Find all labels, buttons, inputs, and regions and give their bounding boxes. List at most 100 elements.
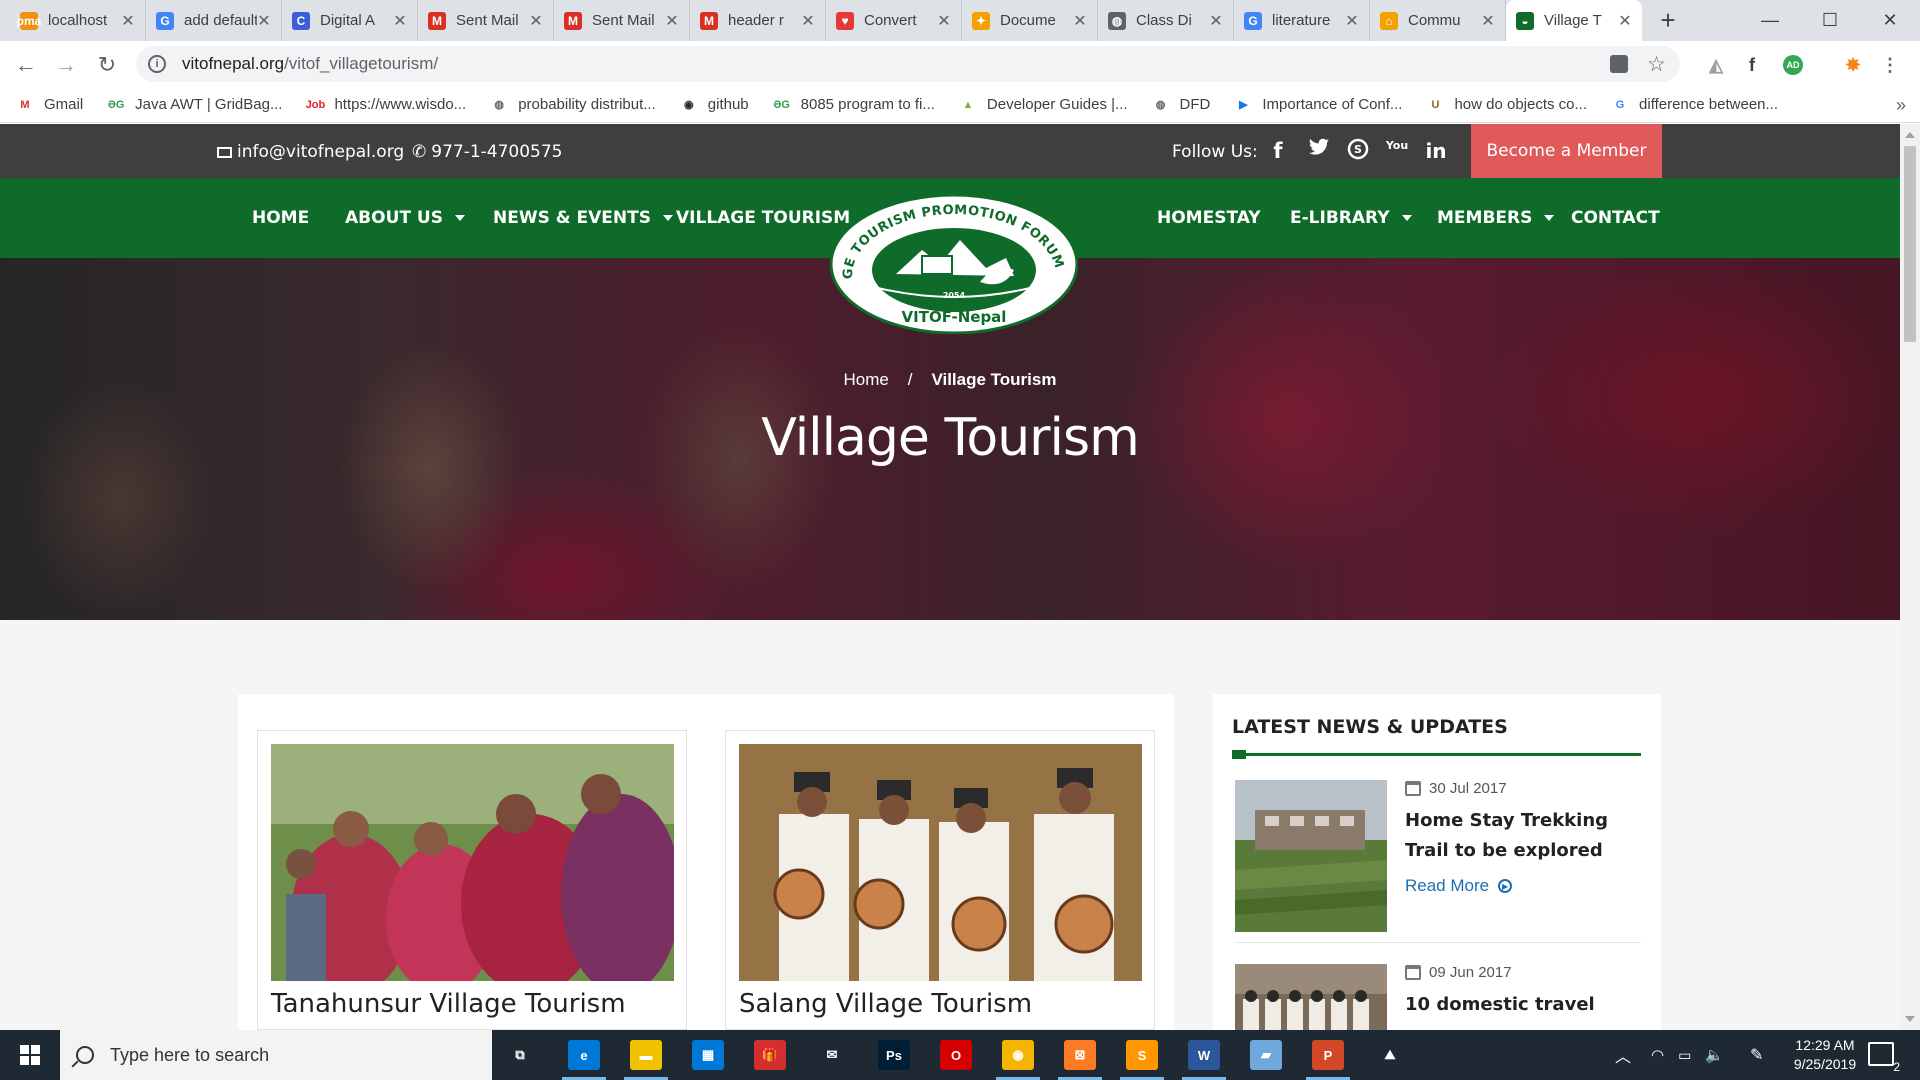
bookmark-item[interactable]: Gdifference between... [1611,96,1778,114]
tour-title[interactable]: Tanahunsur Village Tourism [271,989,626,1019]
extension-icon[interactable]: ⋮ [1880,55,1900,75]
nav-about-us[interactable]: ABOUT US [345,178,465,258]
taskbar-app-icon[interactable]: ⊠ [1064,1040,1096,1070]
browser-tab[interactable]: ♥ Convert ✕ [826,0,962,41]
read-more-link[interactable]: Read More ▶ [1405,876,1513,896]
taskbar-app-icon[interactable]: S [1126,1040,1158,1070]
tour-photo[interactable] [271,744,674,981]
start-button[interactable] [0,1030,60,1080]
nav-news-events[interactable]: NEWS & EVENTS [493,178,673,258]
close-tab-icon[interactable]: ✕ [665,11,679,31]
close-tab-icon[interactable]: ✕ [257,11,271,31]
bookmark-item[interactable]: ƏG Java AWT | GridBag... [107,96,283,114]
browser-tab[interactable]: ◍ Class Di ✕ [1098,0,1234,41]
browser-tab[interactable]: C Digital A ✕ [282,0,418,41]
forward-button[interactable]: → [50,49,82,81]
browser-tab[interactable]: Mheader r ✕ [690,0,826,41]
email-contact[interactable]: info@vitofnepal.org [217,142,404,162]
extension-icon[interactable]: AD [1783,55,1803,75]
taskbar-app-icon[interactable]: ▬ [630,1040,662,1070]
close-tab-icon[interactable]: ✕ [1345,11,1359,31]
maximize-button[interactable]: ☐ [1800,0,1860,41]
extension-icon[interactable]: f [1742,55,1762,75]
bookmark-item[interactable]: ▲ Developer Guides |... [959,96,1127,114]
extension-icon[interactable]: ✸ [1843,55,1863,75]
nav-e-library[interactable]: E-LIBRARY [1290,178,1412,258]
bookmark-item[interactable]: Uhow do objects co... [1426,96,1587,114]
bookmark-item[interactable]: ▶ Importance of Conf... [1234,96,1402,114]
wifi-icon[interactable]: ◠ [1651,1046,1664,1064]
browser-tab[interactable]: pma localhost ✕ [10,0,146,41]
taskbar-app-icon[interactable]: W [1188,1040,1220,1070]
new-tab-button[interactable]: + [1652,6,1684,36]
bookmark-item[interactable]: ◉ github [680,96,749,114]
page-scrollbar[interactable] [1900,124,1920,1030]
twitter-icon[interactable] [1307,138,1331,164]
taskbar-app-icon[interactable]: P [1312,1040,1344,1070]
battery-icon[interactable]: ▭ [1678,1047,1691,1064]
nav-village-tourism[interactable]: VILLAGE TOURISM [676,178,850,258]
breadcrumb-home[interactable]: Home [844,370,889,389]
browser-tab[interactable]: M Sent Mail ✕ [418,0,554,41]
taskbar-app-icon[interactable]: 🎁 [754,1040,786,1070]
browser-tab[interactable]: ◒ Village T ✕ [1506,0,1642,41]
pen-icon[interactable]: ✎ [1750,1045,1763,1065]
taskbar-search-input[interactable]: Type here to search [60,1030,492,1080]
bookmark-item[interactable]: ƏG 8085 program to fi... [773,96,935,114]
back-button[interactable]: ← [10,49,42,81]
close-tab-icon[interactable]: ✕ [1073,11,1087,31]
tour-card[interactable]: Salang Village Tourism [725,730,1155,1030]
close-tab-icon[interactable]: ✕ [529,11,543,31]
vitof-logo[interactable]: VILLAGE TOURISM PROMOTION FORUM NEPAL 20… [830,194,1078,334]
close-tab-icon[interactable]: ✕ [1481,11,1495,31]
system-clock[interactable]: 12:29 AM 9/25/2019 [1770,1036,1880,1074]
scroll-thumb[interactable] [1904,146,1916,342]
linkedin-icon[interactable]: in [1424,138,1448,164]
news-thumbnail[interactable] [1235,780,1387,932]
close-tab-icon[interactable]: ✕ [121,11,135,31]
tour-photo[interactable] [739,744,1142,981]
taskbar-app-icon[interactable]: O [940,1040,972,1070]
scroll-down-arrow-icon[interactable] [1905,1016,1915,1022]
nav-homestay[interactable]: HOMESTAY [1157,178,1261,258]
close-window-button[interactable]: ✕ [1860,0,1920,41]
extension-icon[interactable]: ◭ [1706,55,1726,75]
chevron-up-icon[interactable]: ︿ [1615,1043,1631,1067]
taskbar-app-icon[interactable]: ⧉ [504,1040,536,1070]
taskbar-app-icon[interactable]: Ps [878,1040,910,1070]
taskbar-app-icon[interactable]: ✉ [816,1040,848,1070]
tour-card[interactable]: Tanahunsur Village Tourism [257,730,687,1030]
become-member-button[interactable]: Become a Member [1471,124,1662,178]
taskbar-app-icon[interactable]: ▦ [692,1040,724,1070]
close-tab-icon[interactable]: ✕ [393,11,407,31]
bookmark-item[interactable]: Job https://www.wisdo... [306,96,467,114]
minimize-button[interactable]: — [1740,0,1800,41]
url-input[interactable]: i vitofnepal.org/vitof_villagetourism/ ☆ [136,46,1680,82]
notification-center-icon[interactable]: 2 [1868,1042,1900,1074]
news-thumbnail[interactable] [1235,964,1387,1030]
reload-button[interactable]: ↻ [91,49,123,81]
browser-tab[interactable]: Gliterature ✕ [1234,0,1370,41]
close-tab-icon[interactable]: ✕ [801,11,815,31]
facebook-icon[interactable]: f [1266,138,1290,164]
bookmark-item[interactable]: ◍ DFD [1152,96,1211,114]
browser-tab[interactable]: Gadd default ✕ [146,0,282,41]
browser-tab[interactable]: ✦ Docume ✕ [962,0,1098,41]
nav-home[interactable]: HOME [252,178,309,258]
nav-contact[interactable]: CONTACT [1571,178,1660,258]
page-action-icon[interactable] [1610,55,1628,73]
taskbar-app-icon[interactable]: ⛰ [1374,1040,1406,1070]
youtube-icon[interactable]: You [1385,138,1409,164]
tour-title[interactable]: Salang Village Tourism [739,989,1032,1019]
browser-tab[interactable]: M Sent Mail ✕ [554,0,690,41]
close-tab-icon[interactable]: ✕ [1618,11,1632,31]
bookmark-item[interactable]: ◍ probability distribut... [490,96,655,114]
scroll-up-arrow-icon[interactable] [1905,132,1915,138]
volume-icon[interactable]: 🔈 [1705,1046,1724,1064]
skype-icon[interactable]: S [1346,138,1370,164]
nav-members[interactable]: MEMBERS [1437,178,1555,258]
bookmarks-overflow-button[interactable]: » [1896,95,1906,116]
taskbar-app-icon[interactable]: e [568,1040,600,1070]
close-tab-icon[interactable]: ✕ [1209,11,1223,31]
news-title[interactable]: 10 domestic travel [1405,990,1641,1020]
